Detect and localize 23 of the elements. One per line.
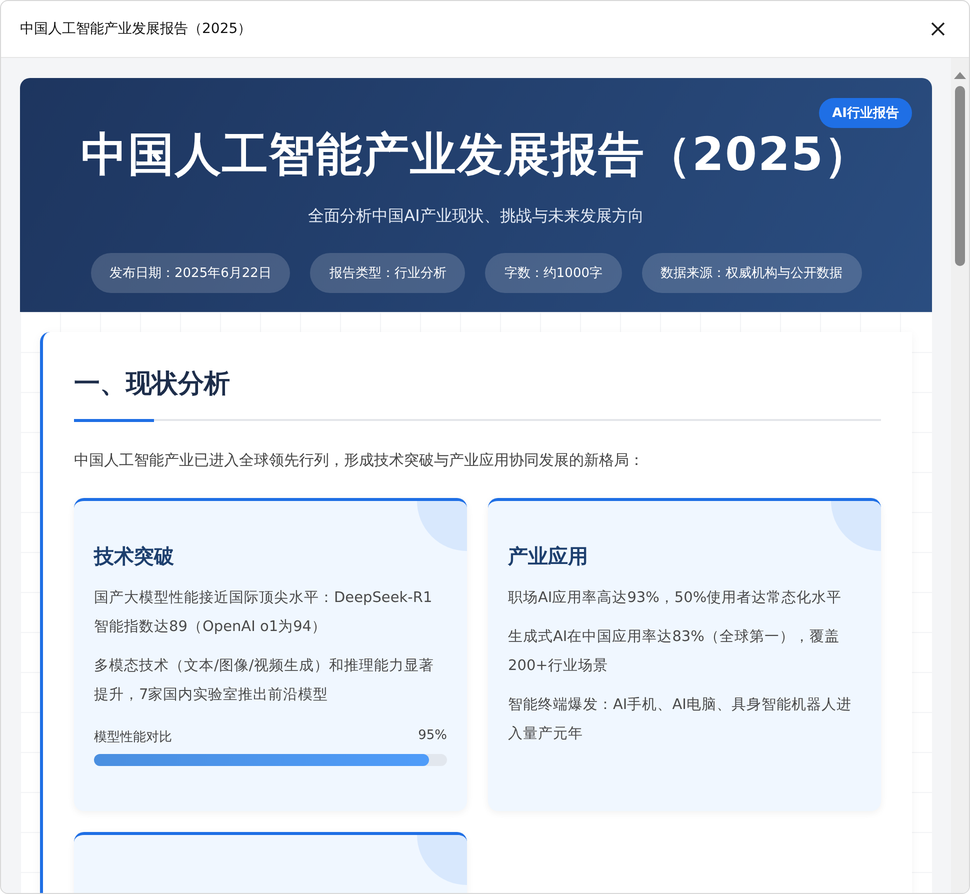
scroll-up-icon[interactable] xyxy=(953,70,967,80)
card-text: 多模态技术（文本/图像/视频生成）和推理能力显著提升，7家国内实验室推出前沿模型 xyxy=(94,657,435,705)
intro-paragraph: 中国人工智能产业已进入全球领先行列，形成技术突破与产业应用协同发展的新格局： xyxy=(74,451,645,470)
scroll-thumb[interactable] xyxy=(955,86,965,266)
meta-pill: 发布日期：2025年6月22日 xyxy=(90,253,290,293)
card-text: 生成式AI在中国应用率达83%（全球第一），覆盖200+行业场景 xyxy=(508,628,840,676)
meta-pill: 数据来源：权威机构与公开数据 xyxy=(642,253,862,293)
close-icon xyxy=(930,21,946,37)
report-title: 中国人工智能产业发展报告（2025） xyxy=(80,126,872,183)
meta-pill: 报告类型：行业分析 xyxy=(310,253,466,293)
scrollbar[interactable] xyxy=(951,58,969,893)
card-title: 产业应用 xyxy=(508,543,589,570)
card-text: 智能终端爆发：AI手机、AI电脑、具身智能机器人进入量产元年 xyxy=(508,696,852,744)
progress-label: 模型性能对比 xyxy=(94,729,172,746)
progress-value: 95% xyxy=(418,728,447,745)
window-title: 中国人工智能产业发展报告（2025） xyxy=(20,20,252,38)
card-text: 职场AI应用率高达93%，50%使用者达常态化水平 xyxy=(508,588,843,608)
tag-badge: AI行业报告 xyxy=(819,98,912,128)
card-text: 国产大模型性能接近国际顶尖水平：DeepSeek-R1智能指数达89（OpenAI o1为94） xyxy=(94,589,434,637)
card-title: 技术突破 xyxy=(94,543,175,570)
section-heading: 一、现状分析 xyxy=(74,368,231,401)
report-subtitle: 全面分析中国AI产业现状、挑战与未来发展方向 xyxy=(308,206,644,227)
meta-pill: 字数：约1000字 xyxy=(485,253,622,293)
